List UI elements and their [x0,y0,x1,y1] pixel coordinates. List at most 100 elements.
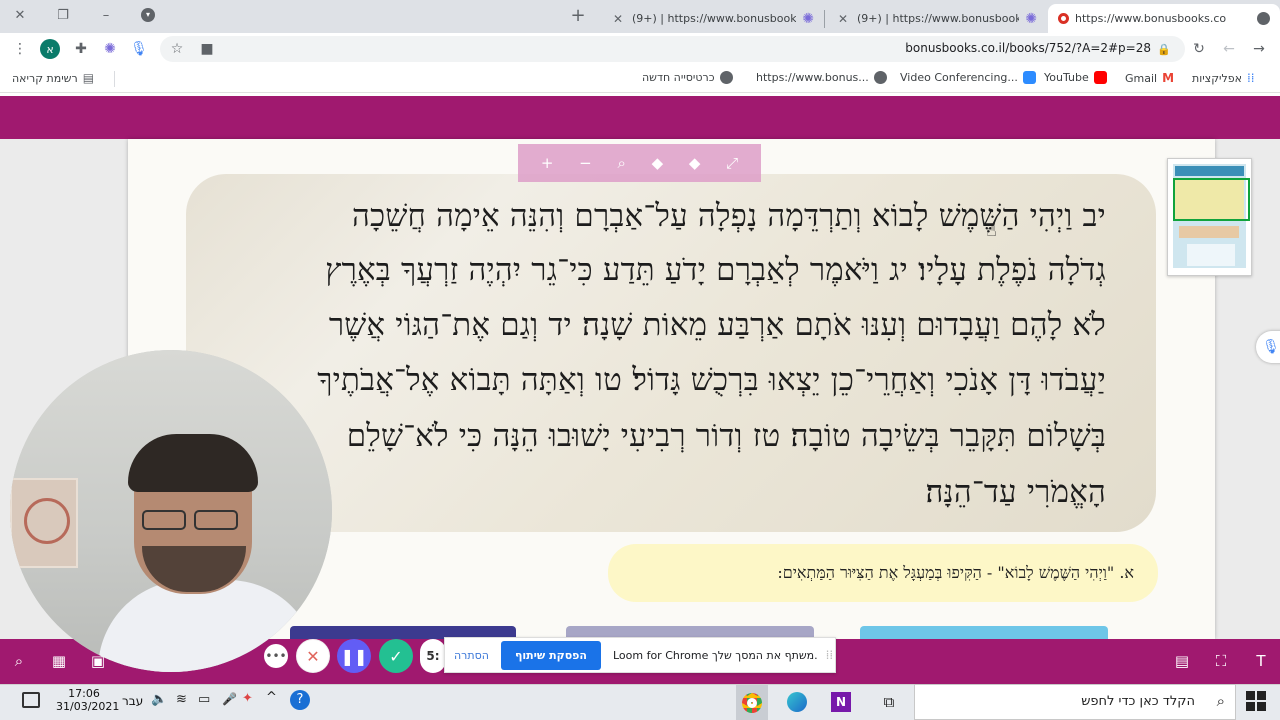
close-tab-icon[interactable]: ✕ [835,12,851,26]
wifi-icon[interactable]: ≋ [176,692,187,707]
volume-icon[interactable]: 🔈 [151,692,167,707]
thumbnail-picture-row [1179,226,1239,238]
language-indicator[interactable]: עבר [122,694,143,708]
browser-tab-strip: ✕ ❐ – ▾ + ✕ (9+) | https://www.bonusbook… [0,0,1280,33]
tab-favicon: ✺ [1025,10,1037,27]
close-tab-icon[interactable]: ✕ [610,12,626,26]
bookmark-apps[interactable]: אפליקציות ⁞⁞ [1192,71,1255,85]
back-icon[interactable]: → [1250,40,1268,58]
show-hidden-icons-icon[interactable]: ^ [266,690,277,705]
extensions-puzzle-icon[interactable]: ✚ [72,40,90,58]
minimize-window-icon[interactable]: – [86,0,126,30]
reader-header-bar [0,96,1280,139]
hide-button[interactable]: הסתרה [454,649,489,662]
menu-kebab-icon[interactable]: ⋮ [11,40,29,58]
zoom-out-icon[interactable]: − [579,154,592,172]
mouse-cursor-icon: ☝ [986,220,997,241]
clock[interactable]: 17:06 31/03/2021 [56,687,120,713]
forward-icon[interactable]: ← [1220,40,1238,58]
verse-line-5: בְּשָׁלוֹם תִּקָּבֵר בְּשֵׂיבָה טוֹבָה׃ … [346,418,1106,454]
loom-sharing-message: Loom for Chrome משתף את המסך שלך. [612,648,818,662]
lock-icon[interactable]: 🔒 [1155,40,1173,58]
loom-share-panel: הסתרה הפסקת שיתוף Loom for Chrome משתף א… [444,637,836,673]
magnifier-icon[interactable]: ⌕ [617,154,625,172]
tab-bonusbooks-1[interactable]: ✕ (9+) | https://www.bonusbooks.co ✺ [825,4,1047,33]
picture-card-3[interactable] [860,626,1108,640]
search-placeholder: הקלד כאן כדי לחפש [1081,694,1195,709]
thumbnail-viewport-frame [1173,178,1250,221]
help-icon[interactable]: ? [290,690,310,710]
tab-favicon [1257,12,1270,25]
url-text[interactable]: bonusbooks.co.il/books/752/?A=2#p=28 [905,41,1151,55]
apps-grid-icon: ⁞⁞ [1246,71,1255,85]
loom-cancel-icon[interactable]: ✕ [296,639,330,673]
verse-line-6: הָאֱמֹרִי עַד־הֵנָּה׃ [925,474,1106,510]
windows-start-icon[interactable] [1246,691,1266,711]
battery-icon[interactable]: ▭ [198,692,210,707]
loom-more-icon[interactable]: ••• [264,644,288,668]
bookmark-gmail[interactable]: Gmail M [1125,71,1174,85]
zoom-in-icon[interactable]: + [541,154,554,172]
notifications-icon[interactable] [22,692,40,708]
cast-icon[interactable]: ■ [198,40,216,58]
person-hair [128,434,258,492]
glasses-left-icon [142,510,186,530]
mic-tray-icon[interactable]: 🎤 [222,692,237,706]
voice-input-icon[interactable]: 🎙 [1256,331,1280,363]
page-thumbnail[interactable] [1167,158,1252,276]
tab-favicon: ✺ [802,10,814,27]
clock-date: 31/03/2021 [56,700,120,713]
verse-line-4: יַעֲבֹדוּ דָּן אָנֹכִי וְאַחֲרֵי־כֵן יֵצ… [317,362,1106,398]
profile-avatar[interactable]: א [40,39,60,59]
taskbar-onenote[interactable]: N [826,688,856,716]
close-window-icon[interactable]: ✕ [0,0,40,30]
bookmark-star-icon[interactable]: ☆ [168,40,186,58]
previous-page-icon[interactable]: ◆ [652,154,664,172]
reading-list-button[interactable]: רשימת קריאה ▤ [12,71,94,85]
loom-finish-icon[interactable]: ✓ [379,639,413,673]
loom-pause-icon[interactable]: ❚❚ [337,639,371,673]
microphone-extension-icon[interactable]: 🎙 [130,40,148,58]
text-tool-icon[interactable]: T [1251,651,1271,671]
next-page-icon[interactable]: ◆ [689,154,701,172]
tab-bonusbooks-2[interactable]: ✕ (9+) | https://www.bonusbooks.co ✺ [600,4,824,33]
taskbar-task-view[interactable]: ⧉ [874,688,904,716]
fullscreen-icon[interactable]: ⤢ [726,154,738,172]
bookmarks-divider [114,71,115,87]
tab-search-icon[interactable]: ▾ [128,0,168,30]
zoom-toolbar: + − ⌕ ◆ ◆ ⤢ [518,144,761,182]
notes-icon[interactable]: ▤ [1172,651,1192,671]
globe-icon [873,71,887,84]
taskbar-chrome[interactable] [736,685,768,720]
browser-toolbar: ⋮ א ✚ ✺ 🎙 ☆ ■ bonusbooks.co.il/books/752… [0,33,1280,65]
bookmark-zoom[interactable]: Video Conferencing... [900,71,1036,84]
bookmark-bonusbooks[interactable]: https://www.bonus... [756,71,887,84]
stop-sharing-button[interactable]: הפסקת שיתוף [500,640,601,670]
webcam-bubble[interactable] [10,350,332,672]
glasses-right-icon [194,510,238,530]
new-tab-button[interactable]: + [558,0,598,30]
restore-window-icon[interactable]: ❐ [43,0,83,30]
dropbox-tray-icon[interactable]: ✦ [242,691,253,706]
clock-time: 17:06 [68,687,100,700]
recording-indicator-icon [1058,13,1069,24]
verse-line-2: גְדֹלָה נֹפֶלֶת עָלָיו׃ יג וַיֹּאמֶר לְא… [325,252,1106,288]
windows-search-box[interactable]: הקלד כאן כדי לחפש ⌕ [914,684,1236,720]
loom-timer: 5: [420,639,446,673]
bookmarks-bar: רשימת קריאה ▤ כרטיסייה חדשה https://www.… [0,65,1280,93]
fullscreen-toggle-icon[interactable]: ⛶ [1211,651,1231,671]
address-bar[interactable]: ☆ ■ bonusbooks.co.il/books/752/?A=2#p=28… [160,36,1185,62]
extension-flower-icon[interactable]: ✺ [101,40,119,58]
task-view-icon: ⧉ [883,693,895,711]
mandala-icon [24,498,70,544]
tab-bonusbooks-active[interactable]: https://www.bonusbooks.co [1048,4,1280,33]
thumbnail-page-image [1173,164,1250,268]
bookmark-youtube[interactable]: YouTube [1044,71,1107,84]
verse-line-3: לֹא לָהֶם וַעֲבָדוּם וְעִנּוּ אֹתָם אַרְ… [328,307,1106,343]
wall-picture [10,478,78,568]
bookmark-new-tab[interactable]: כרטיסייה חדשה [642,71,733,84]
taskbar-edge[interactable] [782,688,812,716]
drag-handle-icon[interactable]: ⁞⁞ [826,648,834,662]
reload-icon[interactable]: ↻ [1190,40,1208,58]
thumbnail-lines [1187,244,1235,266]
